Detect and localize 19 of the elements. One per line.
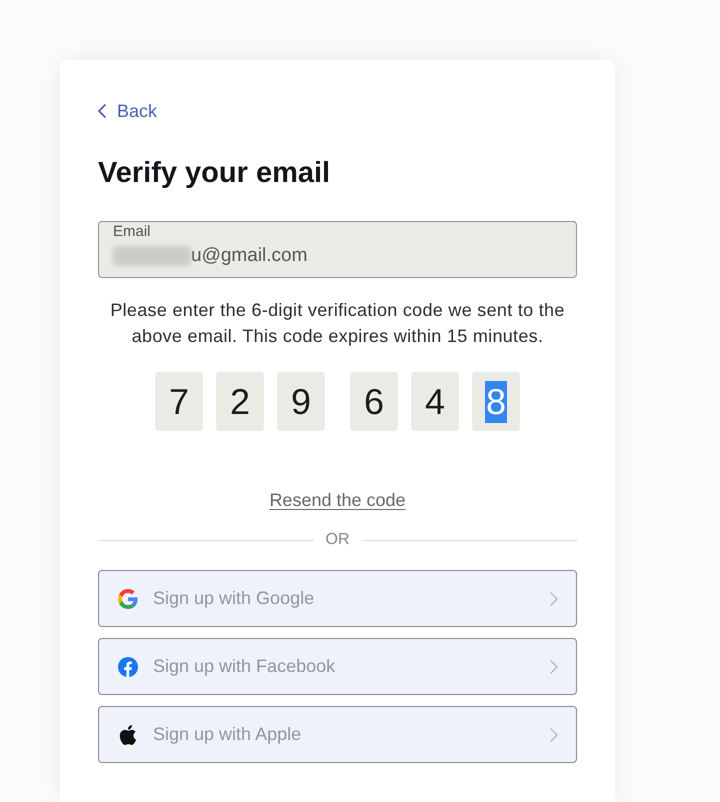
chevron-right-icon (550, 592, 558, 606)
google-g-icon (118, 588, 138, 608)
code-digit-field[interactable]: 6 (350, 372, 398, 431)
code-digit-field[interactable]: 4 (411, 372, 459, 431)
code-digit-field[interactable]: 2 (216, 372, 264, 431)
chevron-right-icon (550, 660, 558, 674)
instructions-text: Please enter the 6-digit verification code we sent to the above email. This code expires within 15 minutes. (109, 299, 566, 348)
divider-label: OR (326, 530, 350, 550)
code-digit-field[interactable]: 9 (277, 372, 325, 431)
chevron-right-icon (550, 728, 558, 742)
facebook-f-icon (118, 656, 138, 676)
code-digit-field[interactable]: 7 (155, 372, 203, 431)
resend-code-link[interactable]: Resend the code (269, 489, 406, 511)
code-digit-field[interactable]: 8 (472, 372, 520, 431)
apple-icon (118, 724, 138, 744)
email-field[interactable]: Email u@gmail.com (98, 221, 577, 278)
chevron-left-icon (98, 104, 106, 118)
back-link[interactable]: Back (98, 100, 158, 122)
page-title: Verify your email (98, 156, 332, 191)
